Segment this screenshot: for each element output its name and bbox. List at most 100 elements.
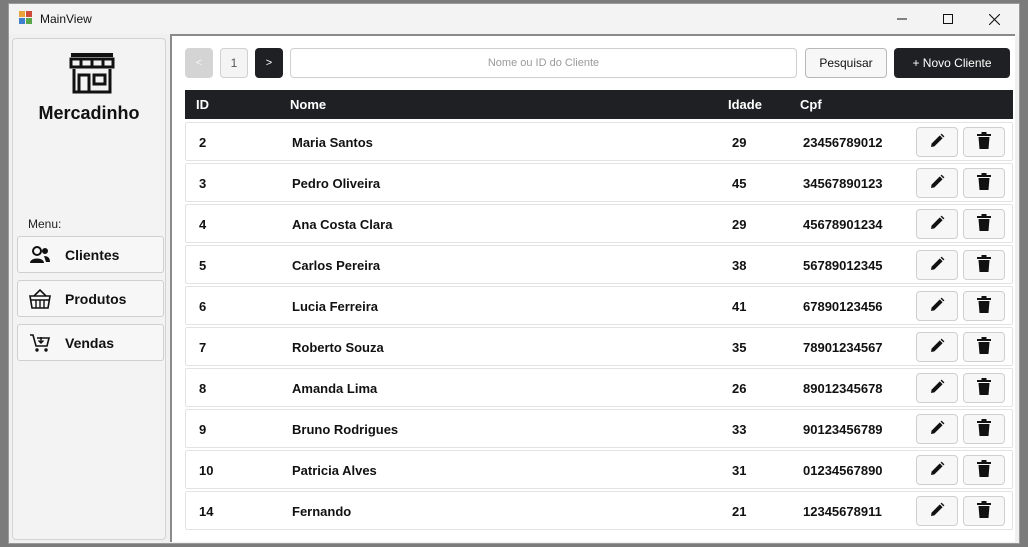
cell-idade: 33 xyxy=(732,422,747,437)
delete-button[interactable] xyxy=(963,332,1005,362)
table-row[interactable]: 8 Amanda Lima 26 89012345678 xyxy=(185,368,1013,407)
cell-nome: Maria Santos xyxy=(292,135,373,150)
cell-idade: 26 xyxy=(732,381,747,396)
pencil-icon xyxy=(929,420,945,439)
pencil-icon xyxy=(929,256,945,275)
delete-button[interactable] xyxy=(963,455,1005,485)
column-header-id: ID xyxy=(196,97,209,112)
menu-label: Menu: xyxy=(28,217,62,231)
title-bar: MainView xyxy=(9,4,1019,34)
edit-button[interactable] xyxy=(916,291,958,321)
cell-nome: Pedro Oliveira xyxy=(292,176,381,191)
cell-cpf: 89012345678 xyxy=(803,381,883,396)
delete-button[interactable] xyxy=(963,209,1005,239)
trash-icon xyxy=(976,337,992,357)
cell-idade: 29 xyxy=(732,217,747,232)
pencil-icon xyxy=(929,379,945,398)
cell-nome: Carlos Pereira xyxy=(292,258,381,273)
search-button[interactable]: Pesquisar xyxy=(805,48,887,78)
trash-icon xyxy=(976,501,992,521)
menu-item-clientes[interactable]: Clientes xyxy=(17,236,164,273)
table-row[interactable]: 6 Lucia Ferreira 41 67890123456 xyxy=(185,286,1013,325)
edit-button[interactable] xyxy=(916,332,958,362)
cell-id: 3 xyxy=(199,176,207,191)
basket-icon xyxy=(29,288,51,309)
delete-button[interactable] xyxy=(963,414,1005,444)
cell-nome: Bruno Rodrigues xyxy=(292,422,399,437)
cell-nome: Lucia Ferreira xyxy=(292,299,378,314)
table-row[interactable]: 7 Roberto Souza 35 78901234567 xyxy=(185,327,1013,366)
table-row[interactable]: 4 Ana Costa Clara 29 45678901234 xyxy=(185,204,1013,243)
prev-page-button[interactable]: < xyxy=(185,48,213,78)
cell-id: 10 xyxy=(199,463,214,478)
cell-nome: Amanda Lima xyxy=(292,381,378,396)
trash-icon xyxy=(976,255,992,275)
delete-button[interactable] xyxy=(963,168,1005,198)
menu-item-label: Vendas xyxy=(65,334,115,351)
cell-id: 4 xyxy=(199,217,207,232)
edit-button[interactable] xyxy=(916,455,958,485)
edit-button[interactable] xyxy=(916,209,958,239)
minimize-button[interactable] xyxy=(879,4,925,34)
edit-button[interactable] xyxy=(916,168,958,198)
cell-idade: 38 xyxy=(732,258,747,273)
pencil-icon xyxy=(929,297,945,316)
table-row[interactable]: 2 Maria Santos 29 23456789012 xyxy=(185,122,1013,161)
cell-id: 7 xyxy=(199,340,207,355)
maximize-button[interactable] xyxy=(925,4,971,34)
menu-item-produtos[interactable]: Produtos xyxy=(17,280,164,317)
close-button[interactable] xyxy=(971,4,1017,34)
minimize-icon xyxy=(897,18,907,20)
cell-nome: Roberto Souza xyxy=(292,340,384,355)
table-row[interactable]: 9 Bruno Rodrigues 33 90123456789 xyxy=(185,409,1013,448)
menu-item-label: Clientes xyxy=(65,246,120,263)
cell-cpf: 56789012345 xyxy=(803,258,883,273)
next-page-button[interactable]: > xyxy=(255,48,283,78)
cell-cpf: 90123456789 xyxy=(803,422,883,437)
cell-id: 9 xyxy=(199,422,207,437)
cell-cpf: 01234567890 xyxy=(803,463,883,478)
cell-idade: 35 xyxy=(732,340,747,355)
edit-button[interactable] xyxy=(916,127,958,157)
main-panel: < 1 > Pesquisar + Novo Cliente ID Nome I… xyxy=(170,34,1015,542)
sidebar: Mercadinho Menu: Clientes Produtos Venda… xyxy=(12,38,166,540)
edit-button[interactable] xyxy=(916,414,958,444)
trash-icon xyxy=(976,132,992,152)
cell-cpf: 78901234567 xyxy=(803,340,883,355)
menu-item-vendas[interactable]: Vendas xyxy=(17,324,164,361)
pencil-icon xyxy=(929,338,945,357)
cell-id: 8 xyxy=(199,381,207,396)
main-window: MainView Mercadinho Menu: Clientes Produ… xyxy=(8,3,1020,544)
cell-nome: Patricia Alves xyxy=(292,463,377,478)
table-row[interactable]: 14 Fernando 21 12345678911 xyxy=(185,491,1013,530)
delete-button[interactable] xyxy=(963,250,1005,280)
edit-button[interactable] xyxy=(916,496,958,526)
table-row[interactable]: 10 Patricia Alves 31 01234567890 xyxy=(185,450,1013,489)
delete-button[interactable] xyxy=(963,373,1005,403)
search-input[interactable] xyxy=(290,48,797,78)
column-header-nome: Nome xyxy=(290,97,327,112)
column-header-cpf: Cpf xyxy=(800,97,822,112)
delete-button[interactable] xyxy=(963,496,1005,526)
delete-button[interactable] xyxy=(963,291,1005,321)
edit-button[interactable] xyxy=(916,250,958,280)
new-client-button[interactable]: + Novo Cliente xyxy=(894,48,1010,78)
edit-button[interactable] xyxy=(916,373,958,403)
close-icon xyxy=(988,13,1000,25)
cell-idade: 45 xyxy=(732,176,747,191)
cell-idade: 41 xyxy=(732,299,747,314)
cart-icon xyxy=(29,333,51,353)
delete-button[interactable] xyxy=(963,127,1005,157)
window-title: MainView xyxy=(40,12,92,26)
pencil-icon xyxy=(929,174,945,193)
page-number: 1 xyxy=(220,48,248,78)
cell-cpf: 34567890123 xyxy=(803,176,883,191)
app-icon xyxy=(19,11,32,24)
cell-cpf: 45678901234 xyxy=(803,217,883,232)
table-row[interactable]: 5 Carlos Pereira 38 56789012345 xyxy=(185,245,1013,284)
cell-id: 5 xyxy=(199,258,207,273)
pencil-icon xyxy=(929,461,945,480)
table-row[interactable]: 3 Pedro Oliveira 45 34567890123 xyxy=(185,163,1013,202)
trash-icon xyxy=(976,296,992,316)
cell-idade: 31 xyxy=(732,463,747,478)
